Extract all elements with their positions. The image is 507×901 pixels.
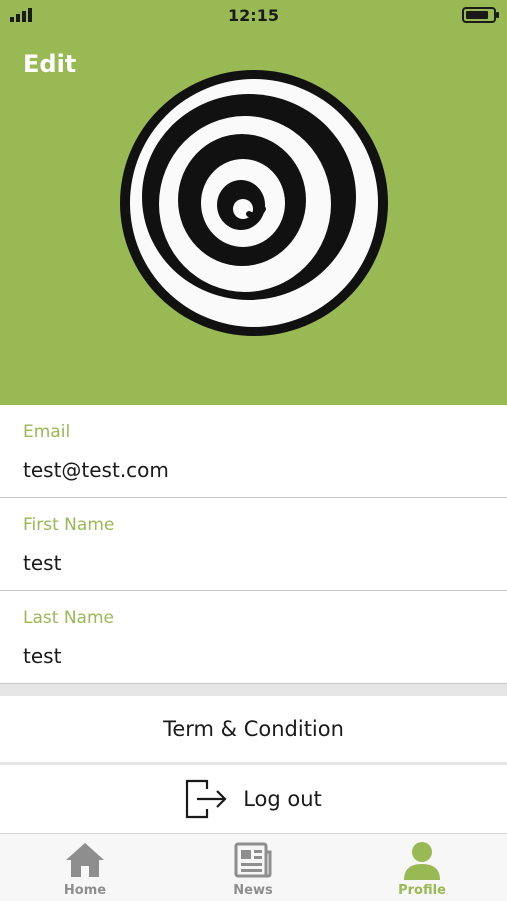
section-divider	[0, 684, 507, 696]
avatar[interactable]	[119, 69, 389, 337]
profile-icon	[404, 842, 440, 880]
tab-news-label: News	[233, 883, 273, 898]
edit-button[interactable]: Edit	[23, 50, 76, 78]
first-name-field[interactable]: First Name test	[0, 498, 507, 592]
battery-icon	[462, 7, 499, 23]
email-value[interactable]: test@test.com	[23, 458, 169, 482]
tab-bar: Home News Profile	[0, 833, 507, 901]
last-name-field[interactable]: Last Name test	[0, 591, 507, 685]
logout-icon	[186, 779, 227, 819]
tab-home[interactable]: Home	[25, 834, 145, 901]
tab-profile[interactable]: Profile	[362, 834, 482, 901]
email-label: Email	[23, 422, 71, 442]
terms-label: Term & Condition	[163, 717, 344, 741]
first-name-value[interactable]: test	[23, 551, 61, 575]
tab-home-label: Home	[63, 883, 107, 898]
terms-button[interactable]: Term & Condition	[0, 696, 507, 765]
status-time: 12:15	[228, 6, 279, 25]
profile-header: 12:15 Edit	[0, 0, 507, 405]
logout-label: Log out	[243, 787, 322, 811]
last-name-label: Last Name	[23, 608, 114, 628]
news-icon	[234, 842, 272, 878]
email-field[interactable]: Email test@test.com	[0, 405, 507, 499]
last-name-value[interactable]: test	[23, 644, 61, 668]
status-bar: 12:15	[0, 0, 507, 30]
first-name-label: First Name	[23, 515, 115, 535]
tab-news[interactable]: News	[193, 834, 313, 901]
logout-button[interactable]: Log out	[0, 765, 507, 833]
home-icon	[66, 843, 104, 877]
tab-profile-label: Profile	[398, 883, 446, 898]
